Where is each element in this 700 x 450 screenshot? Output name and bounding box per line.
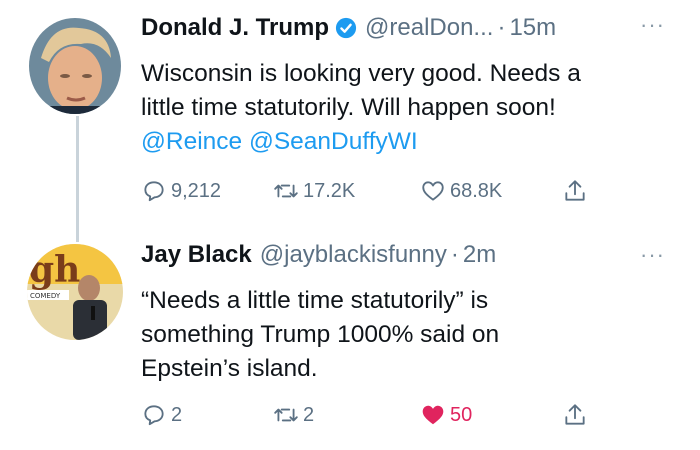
like-button[interactable]: 50 (420, 402, 472, 428)
reply-icon (144, 181, 164, 202)
verified-badge-icon (335, 17, 357, 39)
retweet-count: 2 (303, 403, 315, 426)
separator-dot: · (450, 241, 459, 268)
author-name[interactable]: Donald J. Trump (141, 14, 329, 42)
tweet-text-line: little time statutorily. Will happen soo… (141, 94, 556, 121)
share-button[interactable] (562, 402, 592, 428)
avatar-banner-text: COMEDY (30, 292, 61, 300)
reply-button[interactable]: 9,212 (141, 178, 221, 204)
like-button[interactable]: 68.8K (420, 178, 502, 204)
reply-count: 9,212 (171, 179, 222, 202)
avatar[interactable] (29, 18, 121, 114)
more-options-icon[interactable]: ··· (640, 12, 665, 38)
reply-icon (144, 405, 164, 426)
heart-icon (422, 181, 444, 201)
share-button[interactable] (562, 178, 592, 204)
timestamp[interactable]: 15m (509, 14, 556, 42)
tweet-text-line: “Needs a little time statutorily” is (141, 287, 489, 314)
separator-dot: · (497, 14, 506, 41)
author-handle[interactable]: @realDon... (365, 14, 493, 42)
retweet-icon (274, 184, 298, 198)
mention-link[interactable]: @SeanDuffyWI (249, 128, 418, 155)
share-icon (565, 404, 585, 425)
share-icon (565, 180, 585, 201)
tweet-header: Donald J. Trump @realDon... · 15m (141, 14, 556, 42)
mention-link[interactable]: @Reince (141, 128, 242, 155)
tweet-text: “Needs a little time statutorily” is som… (141, 284, 661, 386)
heart-filled-icon (422, 405, 444, 425)
retweet-count: 17.2K (303, 179, 356, 202)
tweet-text: Wisconsin is looking very good. Needs a … (141, 57, 681, 159)
author-name[interactable]: Jay Black (141, 241, 252, 269)
like-count: 68.8K (450, 179, 503, 202)
more-options-icon[interactable]: ··· (640, 242, 665, 268)
retweet-button[interactable]: 2 (273, 402, 314, 428)
timestamp[interactable]: 2m (463, 241, 496, 269)
tweet-text-line: Epstein’s island. (141, 355, 318, 382)
reply-button[interactable]: 2 (141, 402, 182, 428)
tweet-header: Jay Black @jayblackisfunny · 2m (141, 241, 496, 269)
like-count: 50 (450, 403, 473, 426)
tweet-text-line: something Trump 1000% said on (141, 321, 500, 348)
tweet-text-line: Wisconsin is looking very good. Needs a (141, 60, 581, 87)
author-handle[interactable]: @jayblackisfunny (260, 241, 447, 269)
avatar-logo-text: gh (29, 249, 80, 291)
reply-count: 2 (171, 403, 183, 426)
thread-connector (76, 116, 79, 242)
avatar[interactable]: gh COMEDY (27, 244, 123, 340)
retweet-icon (274, 408, 298, 422)
retweet-button[interactable]: 17.2K (273, 178, 355, 204)
